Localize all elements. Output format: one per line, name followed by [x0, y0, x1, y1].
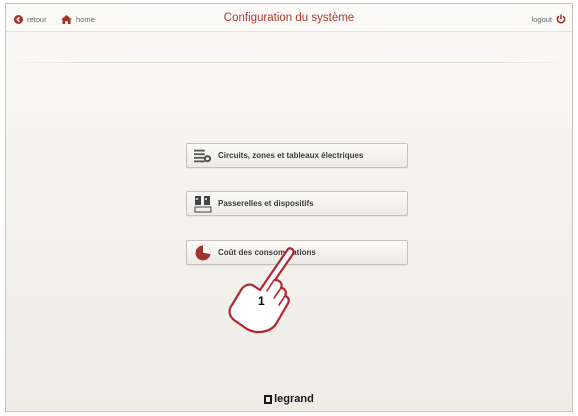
- power-icon: [556, 14, 566, 24]
- cost-pie-icon: [194, 244, 212, 262]
- separator-line: [6, 62, 572, 63]
- pointing-hand-icon: [228, 247, 295, 334]
- page-title: Configuration du système: [223, 12, 355, 24]
- logout-button[interactable]: logout: [532, 12, 566, 26]
- devices-icon: [194, 195, 212, 213]
- app-screen: retour home Configuration du système log…: [5, 3, 573, 412]
- step-number: 1: [258, 294, 265, 308]
- menu-item-label: Circuits, zones et tableaux électriques: [218, 151, 364, 160]
- top-bar: retour home Configuration du système log…: [6, 4, 572, 32]
- menu-item-label: Passerelles et dispositifs: [218, 199, 314, 208]
- gateways-devices-button[interactable]: Passerelles et dispositifs: [186, 191, 408, 216]
- logo-mark-icon: [264, 394, 273, 404]
- logout-label: logout: [531, 14, 552, 24]
- legrand-logo: legrand: [6, 393, 572, 405]
- circuits-icon: [194, 147, 212, 165]
- brand-name: legrand: [274, 393, 314, 405]
- circuits-zones-button[interactable]: Circuits, zones et tableaux électriques: [186, 143, 408, 168]
